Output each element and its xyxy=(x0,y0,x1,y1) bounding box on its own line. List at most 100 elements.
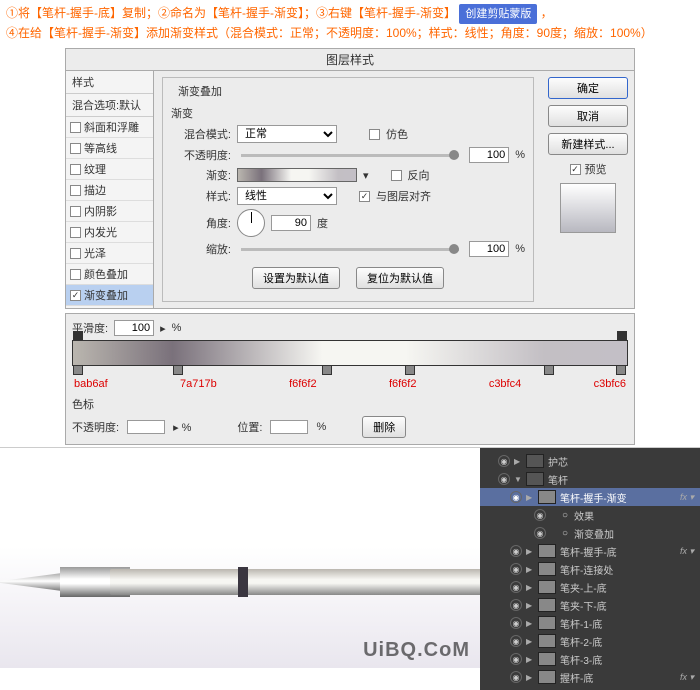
arrow-icon[interactable]: ▶ xyxy=(526,565,534,574)
layer-thumb xyxy=(538,598,556,612)
gradient-bar[interactable] xyxy=(72,340,628,366)
align-checkbox[interactable]: ✓ xyxy=(359,191,370,202)
layer-thumb xyxy=(538,652,556,666)
arrow-icon[interactable]: ▶ xyxy=(526,547,534,556)
sidebar-item[interactable]: ✓渐变叠加 xyxy=(66,285,153,306)
sidebar-item[interactable]: 光泽 xyxy=(66,243,153,264)
reverse-checkbox[interactable] xyxy=(391,170,402,181)
style-select[interactable]: 线性 xyxy=(237,187,337,205)
new-style-button[interactable]: 新建样式... xyxy=(548,133,628,155)
sidebar-item[interactable]: 等高线 xyxy=(66,138,153,159)
visibility-icon[interactable]: ◉ xyxy=(510,635,522,647)
instruction-text: ①将【笔杆-握手-底】复制；②命名为【笔杆-握手-渐变】；③右键【笔杆-握手-渐… xyxy=(0,0,700,46)
style-checkbox[interactable] xyxy=(70,206,81,217)
style-checkbox[interactable] xyxy=(70,248,81,259)
color-stop[interactable] xyxy=(616,365,626,375)
visibility-icon[interactable]: ◉ xyxy=(498,473,510,485)
fx-badge[interactable]: fx ▾ xyxy=(680,672,694,683)
sidebar-item[interactable]: 描边 xyxy=(66,180,153,201)
color-stop[interactable] xyxy=(544,365,554,375)
visibility-icon[interactable]: ◉ xyxy=(510,545,522,557)
style-checkbox[interactable] xyxy=(70,185,81,196)
color-stop[interactable] xyxy=(322,365,332,375)
stop-value-labels: bab6af7a717b f6f6f2f6f6f2 c3bfc4c3bfc6 xyxy=(72,378,628,390)
arrow-icon[interactable]: ▼ xyxy=(514,475,522,484)
arrow-icon[interactable]: ▶ xyxy=(526,673,534,682)
blend-options[interactable]: 混合选项:默认 xyxy=(66,94,153,117)
scale-input[interactable] xyxy=(469,241,509,257)
layer-row[interactable]: ◉▼笔杆 xyxy=(480,470,700,488)
arrow-icon[interactable]: ▶ xyxy=(514,457,522,466)
opacity-stop[interactable] xyxy=(617,331,627,341)
layer-row[interactable]: ◉▶笔杆-3-底 xyxy=(480,650,700,668)
layer-row[interactable]: ◉▶笔夹-上-底 xyxy=(480,578,700,596)
layer-row[interactable]: ◉▶笔杆-2-底 xyxy=(480,632,700,650)
stop-position-input[interactable] xyxy=(270,420,308,434)
visibility-icon[interactable]: ◉ xyxy=(510,491,522,503)
layer-row[interactable]: ◉○渐变叠加 xyxy=(480,524,700,542)
fx-badge[interactable]: fx ▾ xyxy=(680,492,694,503)
color-stop[interactable] xyxy=(173,365,183,375)
sidebar-item[interactable]: 内发光 xyxy=(66,222,153,243)
layer-row[interactable]: ◉▶握杆-底fx ▾ xyxy=(480,668,700,686)
color-stop[interactable] xyxy=(405,365,415,375)
angle-input[interactable] xyxy=(271,215,311,231)
visibility-icon[interactable]: ◉ xyxy=(498,455,510,467)
style-checkbox[interactable] xyxy=(70,122,81,133)
arrow-icon[interactable]: ▶ xyxy=(526,655,534,664)
angle-dial[interactable] xyxy=(237,209,265,237)
layer-row[interactable]: ◉▶护芯 xyxy=(480,452,700,470)
stop-opacity-label: 不透明度: xyxy=(72,419,119,435)
reset-default-button[interactable]: 复位为默认值 xyxy=(356,267,444,289)
visibility-icon[interactable]: ◉ xyxy=(510,671,522,683)
layer-row[interactable]: ◉○效果 xyxy=(480,506,700,524)
opacity-input[interactable] xyxy=(469,147,509,163)
style-label: 等高线 xyxy=(84,140,117,156)
visibility-icon[interactable]: ◉ xyxy=(534,527,546,539)
sidebar-item[interactable]: 内阴影 xyxy=(66,201,153,222)
visibility-icon[interactable]: ◉ xyxy=(510,581,522,593)
arrow-icon[interactable]: ▶ xyxy=(526,601,534,610)
smoothness-input[interactable] xyxy=(114,320,154,336)
arrow-icon[interactable]: ▶ xyxy=(526,637,534,646)
preview-swatch xyxy=(560,183,616,233)
layer-row[interactable]: ◉▶笔杆-握手-底fx ▾ xyxy=(480,542,700,560)
arrow-icon[interactable]: ▶ xyxy=(526,583,534,592)
opacity-slider[interactable] xyxy=(241,154,459,157)
layer-thumb xyxy=(538,616,556,630)
ok-button[interactable]: 确定 xyxy=(548,77,628,99)
style-checkbox[interactable] xyxy=(70,143,81,154)
sidebar-item[interactable]: 颜色叠加 xyxy=(66,264,153,285)
arrow-icon[interactable]: ▶ xyxy=(526,619,534,628)
sidebar-item[interactable]: 纹理 xyxy=(66,159,153,180)
color-stop[interactable] xyxy=(73,365,83,375)
layer-row[interactable]: ◉▶笔杆-1-底 xyxy=(480,614,700,632)
layer-row[interactable]: ◉▶笔杆-连接处 xyxy=(480,560,700,578)
cancel-button[interactable]: 取消 xyxy=(548,105,628,127)
dither-checkbox[interactable] xyxy=(369,129,380,140)
style-checkbox[interactable]: ✓ xyxy=(70,290,81,301)
visibility-icon[interactable]: ◉ xyxy=(510,599,522,611)
style-checkbox[interactable] xyxy=(70,269,81,280)
delete-stop-button[interactable]: 删除 xyxy=(362,416,406,438)
style-checkbox[interactable] xyxy=(70,164,81,175)
visibility-icon[interactable]: ◉ xyxy=(534,509,546,521)
sidebar-header[interactable]: 样式 xyxy=(66,71,153,94)
visibility-icon[interactable]: ◉ xyxy=(510,617,522,629)
preview-checkbox[interactable]: ✓ xyxy=(570,164,581,175)
set-default-button[interactable]: 设置为默认值 xyxy=(252,267,340,289)
scale-slider[interactable] xyxy=(241,248,459,251)
visibility-icon[interactable]: ◉ xyxy=(510,653,522,665)
visibility-icon[interactable]: ◉ xyxy=(510,563,522,575)
blend-mode-select[interactable]: 正常 xyxy=(237,125,337,143)
layer-row[interactable]: ◉▶笔夹-下-底 xyxy=(480,596,700,614)
layer-row[interactable]: ◉▶笔杆-握手-渐变fx ▾ xyxy=(480,488,700,506)
style-checkbox[interactable] xyxy=(70,227,81,238)
sidebar-item[interactable]: 斜面和浮雕 xyxy=(66,117,153,138)
opacity-stop[interactable] xyxy=(73,331,83,341)
stop-opacity-input[interactable] xyxy=(127,420,165,434)
arrow-icon[interactable]: ▶ xyxy=(526,493,534,502)
fx-badge[interactable]: fx ▾ xyxy=(680,546,694,557)
gradient-editor: 平滑度: ▸ % bab6af7a717b f6f6f2f6f6f2 c3bfc… xyxy=(65,313,635,445)
gradient-picker[interactable] xyxy=(237,168,357,182)
